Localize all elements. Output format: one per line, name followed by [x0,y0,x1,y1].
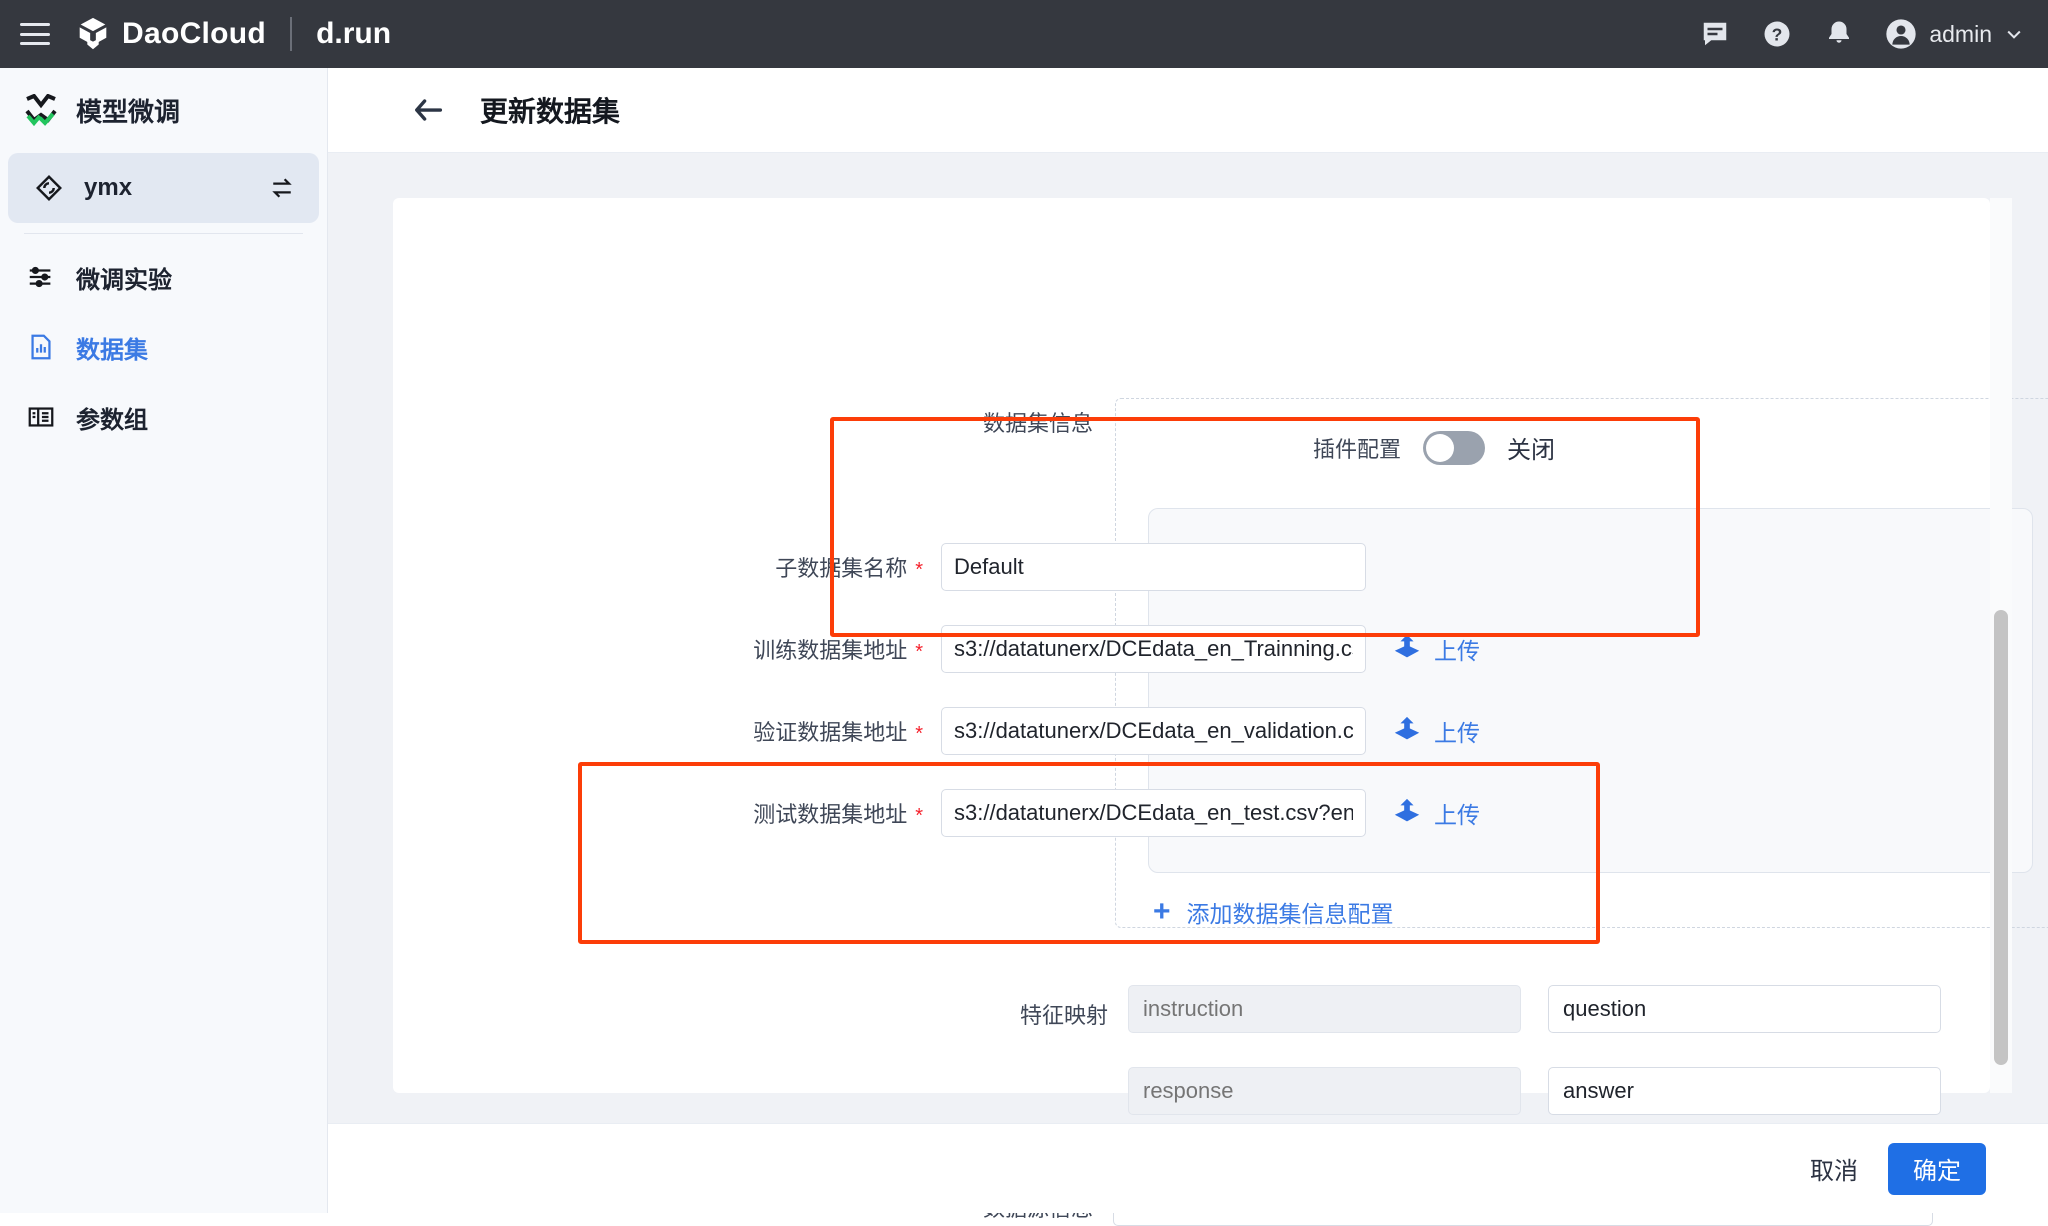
avatar [1885,18,1917,50]
form-footer: 取消 确定 [328,1123,2048,1213]
sliders-icon [24,260,58,294]
back-arrow-icon[interactable] [410,92,446,128]
label-text: 验证数据集地址 [753,720,908,745]
sidebar-product-header: 模型微调 [0,68,327,153]
chevron-down-icon[interactable] [2004,24,2024,44]
sidebar-workspace-selector[interactable]: ymx [8,153,319,223]
upload-label: 上传 [1434,720,1480,746]
upload-label: 上传 [1434,638,1480,664]
sidebar-item-finetune-experiment[interactable]: 微调实验 [0,242,327,312]
params-icon [24,400,58,434]
header-actions: ? admin [1699,18,2048,50]
sidebar: 模型微调 ymx 微调实验 数据集 参数组 [0,68,328,1213]
top-header-bar: DaoCloud d.run ? admin [0,0,2048,68]
page-title: 更新数据集 [480,96,621,127]
validation-dataset-address-label: 验证数据集地址 * [683,715,923,747]
sidebar-item-label: 数据集 [76,336,148,364]
svg-text:?: ? [1772,24,1783,44]
workspace-icon [32,171,66,205]
validation-dataset-address-input[interactable] [941,707,1366,755]
upload-icon [1392,714,1422,749]
feature-mapping-source-input-2[interactable] [1128,1067,1521,1115]
required-marker: * [915,723,923,745]
train-dataset-address-label: 训练数据集地址 * [683,633,923,665]
sidebar-item-label: 参数组 [76,406,148,434]
form-card: 数据集信息 插件配置 关闭 子数据集名称* 训练数据集地址* 上传 [393,198,2048,1226]
confirm-button[interactable]: 确定 [1888,1142,1986,1195]
highlight-box-feature-mapping [578,762,1600,944]
bell-icon[interactable] [1823,18,1855,50]
feature-mapping-label: 特征映射 [1019,1003,1108,1028]
user-name: admin [1929,20,1992,47]
validation-upload-button[interactable]: 上传 [1392,714,1480,749]
brand-name: DaoCloud [122,17,267,50]
feature-mapping-target-input-2[interactable] [1548,1067,1941,1115]
sidebar-item-parameter-group[interactable]: 参数组 [0,382,327,452]
brand-sub-name: d.run [316,17,392,50]
daocloud-logo-icon [74,15,112,53]
sidebar-product-title: 模型微调 [76,97,181,127]
label-text: 训练数据集地址 [753,638,908,663]
switch-workspace-icon[interactable] [265,171,299,205]
brand-divider [290,17,293,51]
message-icon[interactable] [1699,18,1731,50]
help-icon[interactable]: ? [1761,18,1793,50]
validation-dataset-address-row: 验证数据集地址 * 上传 [683,707,1480,755]
highlight-box-dataset-addresses [830,417,1700,637]
sidebar-divider [24,233,303,234]
user-menu[interactable]: admin [1885,18,2024,50]
feature-mapping-target-input-1[interactable] [1548,985,1941,1033]
required-marker: * [915,641,923,663]
hamburger-icon[interactable] [20,23,50,45]
sidebar-workspace-label: ymx [84,174,133,201]
page-header: 更新数据集 [328,68,2048,153]
sidebar-item-dataset[interactable]: 数据集 [0,312,327,382]
sidebar-item-label: 微调实验 [76,266,172,294]
model-finetune-icon [24,93,58,128]
cancel-button[interactable]: 取消 [1810,1151,1858,1186]
feature-mapping-source-input-1[interactable] [1128,985,1521,1033]
chart-doc-icon [24,330,58,364]
vertical-scrollbar-thumb[interactable] [1994,610,2008,1065]
